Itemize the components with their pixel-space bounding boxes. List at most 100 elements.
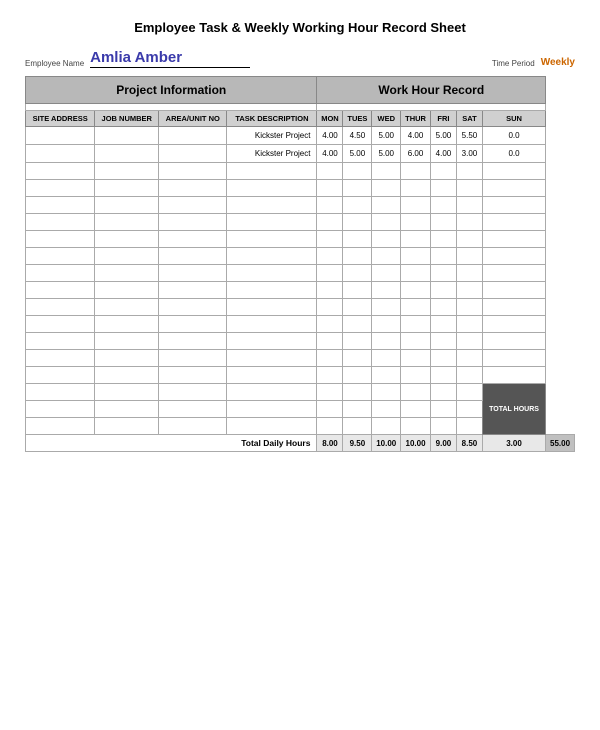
cell-sat-empty: [456, 282, 482, 299]
cell-site-empty: [26, 180, 95, 197]
cell-fri-empty: [430, 265, 456, 282]
col-tues: TUES: [343, 111, 372, 127]
cell-sun-empty: [482, 214, 545, 231]
cell-task-empty: [227, 265, 317, 282]
cell-mon-empty: [317, 197, 343, 214]
cell-wed-empty: [372, 316, 401, 333]
cell-task-empty: [227, 316, 317, 333]
cell-tues-empty: [343, 316, 372, 333]
cell-site: [26, 127, 95, 145]
cell-thur-empty: [401, 214, 431, 231]
cell-task-empty: [227, 418, 317, 435]
cell-sun-empty: [482, 163, 545, 180]
cell-area-empty: [159, 197, 227, 214]
cell-mon-empty: [317, 333, 343, 350]
cell-site-empty: [26, 384, 95, 401]
cell-site-empty: [26, 299, 95, 316]
cell-sat-empty: [456, 180, 482, 197]
cell-task-empty: [227, 299, 317, 316]
cell-sat-empty: [456, 316, 482, 333]
cell-site-empty: [26, 418, 95, 435]
cell-job-empty: [95, 214, 159, 231]
col-wed: WED: [372, 111, 401, 127]
cell-fri-empty: [430, 350, 456, 367]
cell-thur-empty: [401, 316, 431, 333]
col-task-desc: TASK DESCRIPTION: [227, 111, 317, 127]
cell-wed-empty: [372, 367, 401, 384]
cell-sat-empty: [456, 163, 482, 180]
cell-thur-empty: [401, 367, 431, 384]
total-all: 55.00: [546, 435, 575, 452]
time-period-label: Time Period: [492, 59, 535, 68]
empty-row: [26, 265, 575, 282]
cell-tues-empty: [343, 333, 372, 350]
cell-job-empty: [95, 333, 159, 350]
cell-site-empty: [26, 333, 95, 350]
cell-mon-empty: [317, 265, 343, 282]
cell-task-empty: [227, 248, 317, 265]
cell-area-empty: [159, 231, 227, 248]
total-wed: 10.00: [372, 435, 401, 452]
cell-wed-empty: [372, 214, 401, 231]
cell-job-empty: [95, 384, 159, 401]
cell-area-empty: [159, 282, 227, 299]
cell-tues-empty: [343, 214, 372, 231]
employee-name-value: Amlia Amber: [90, 49, 250, 68]
cell-task-empty: [227, 384, 317, 401]
cell-task-empty: [227, 367, 317, 384]
cell-sat-empty: [456, 367, 482, 384]
cell-sat-empty: [456, 231, 482, 248]
cell-fri-empty: [430, 180, 456, 197]
cell-mon-empty: [317, 384, 343, 401]
cell-sat: 3.00: [456, 145, 482, 163]
cell-sat-empty: [456, 333, 482, 350]
cell-fri-empty: [430, 214, 456, 231]
spacer-row: [26, 104, 575, 111]
cell-task-empty: [227, 231, 317, 248]
empty-row: [26, 180, 575, 197]
cell-mon-empty: [317, 350, 343, 367]
cell-wed-empty: [372, 248, 401, 265]
employee-name-section: Employee Name Amlia Amber: [25, 49, 250, 68]
table-row: Kickster Project 4.00 5.00 5.00 6.00 4.0…: [26, 145, 575, 163]
cell-area-empty: [159, 418, 227, 435]
time-period-section: Time Period Weekly: [492, 57, 575, 68]
main-table: Project Information Work Hour Record SIT…: [25, 76, 575, 452]
cell-sat-empty: [456, 214, 482, 231]
cell-mon-empty: [317, 401, 343, 418]
cell-fri-empty: [430, 163, 456, 180]
col-job-number: JOB NUMBER: [95, 111, 159, 127]
cell-tues-empty: [343, 401, 372, 418]
total-label: Total Daily Hours: [26, 435, 317, 452]
cell-fri-empty: [430, 401, 456, 418]
cell-area: [159, 145, 227, 163]
col-mon: MON: [317, 111, 343, 127]
cell-job-empty: [95, 316, 159, 333]
cell-wed-empty: [372, 163, 401, 180]
cell-task-empty: [227, 350, 317, 367]
cell-tues-empty: [343, 299, 372, 316]
cell-task-empty: [227, 401, 317, 418]
cell-fri-empty: [430, 248, 456, 265]
section-header-row: Project Information Work Hour Record: [26, 77, 575, 104]
cell-thur-empty: [401, 333, 431, 350]
cell-fri-empty: [430, 299, 456, 316]
cell-wed-empty: [372, 333, 401, 350]
time-period-value: Weekly: [541, 57, 575, 68]
project-info-header: Project Information: [26, 77, 317, 104]
cell-area-empty: [159, 180, 227, 197]
cell-thur-empty: [401, 282, 431, 299]
cell-sun-empty: [482, 333, 545, 350]
total-row: Total Daily Hours 8.00 9.50 10.00 10.00 …: [26, 435, 575, 452]
header-row: Employee Name Amlia Amber Time Period We…: [25, 49, 575, 68]
cell-tues-empty: [343, 231, 372, 248]
cell-task-empty: [227, 197, 317, 214]
col-thur: THUR: [401, 111, 431, 127]
cell-job-empty: [95, 367, 159, 384]
cell-sun-empty: [482, 299, 545, 316]
cell-tues-empty: [343, 367, 372, 384]
cell-area-empty: [159, 401, 227, 418]
empty-row: [26, 299, 575, 316]
cell-fri-empty: [430, 367, 456, 384]
cell-sat-empty: [456, 350, 482, 367]
